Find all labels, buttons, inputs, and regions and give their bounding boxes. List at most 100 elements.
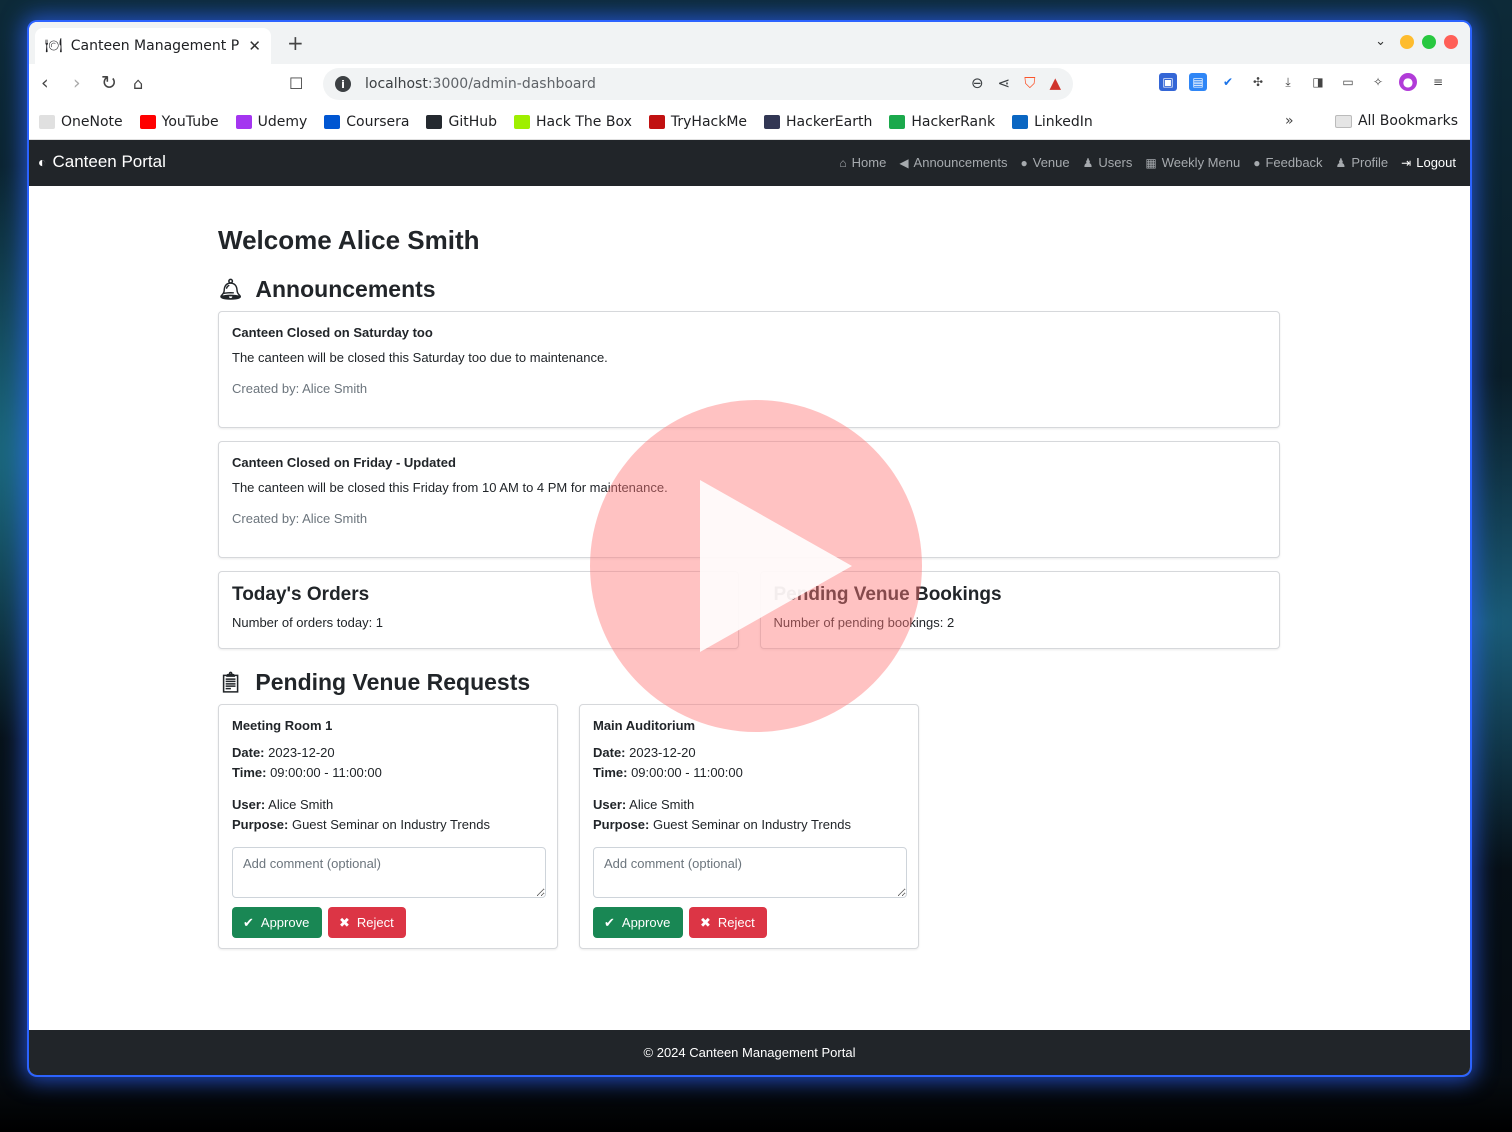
wallet-icon[interactable]: ▭: [1339, 73, 1357, 91]
date-label: Date:: [232, 745, 265, 760]
bookmark-hackerearth[interactable]: HackerEarth: [764, 114, 872, 130]
announcement-author: Created by: Alice Smith: [232, 381, 368, 396]
bookmark-label: YouTube: [161, 113, 219, 130]
nav-link-venue[interactable]: ● Venue: [1021, 155, 1070, 170]
coursera-icon: [324, 114, 341, 129]
reload-icon[interactable]: ↻: [101, 72, 117, 94]
download-icon[interactable]: ⤓: [1279, 73, 1297, 91]
date-label: Date:: [593, 745, 626, 760]
maximize-button[interactable]: [1422, 34, 1436, 49]
x-icon: ✖: [339, 914, 350, 930]
bookmark-tryhackme[interactable]: TryHackMe: [648, 113, 748, 130]
nav-link-label: Logout: [1416, 155, 1456, 170]
bookmark-onenote[interactable]: OneNote: [39, 114, 123, 130]
bookmark-label: Hack The Box: [536, 113, 632, 130]
back-icon[interactable]: ‹: [41, 72, 49, 94]
check-icon: ✔: [604, 914, 615, 930]
purpose-label: Purpose:: [593, 817, 650, 832]
tab-search-chevron-icon[interactable]: ⌄: [1375, 34, 1386, 49]
nav-link-logout[interactable]: ⇥ Logout: [1401, 155, 1456, 170]
request-user: User: Alice Smith: [593, 795, 905, 815]
bookmark-hack-the-box[interactable]: Hack The Box: [514, 114, 632, 130]
bookmark-icon[interactable]: ☐: [289, 74, 303, 93]
bookmark-linkedin[interactable]: LinkedIn: [1012, 114, 1093, 130]
bookmark-youtube[interactable]: YouTube: [139, 113, 219, 130]
minimize-button[interactable]: [1400, 34, 1414, 49]
comment-input[interactable]: [232, 847, 546, 898]
address-bar[interactable]: i localhost :3000/admin-dashboard ⊖ ⋖ ⛉ …: [323, 68, 1073, 100]
check-extension-icon[interactable]: ✔: [1219, 73, 1237, 91]
nav-link-home[interactable]: ⌂ Home: [839, 155, 886, 170]
taskbar-area: [0, 1076, 1512, 1132]
brave-shield-icon[interactable]: ⛉: [1024, 74, 1035, 92]
approve-button[interactable]: ✔ Approve: [232, 907, 322, 938]
nav-link-feedback[interactable]: ● Feedback: [1253, 155, 1322, 170]
date-value: 2023-12-20: [629, 745, 696, 760]
more-bookmarks-button[interactable]: »: [1285, 113, 1294, 129]
new-tab-button[interactable]: +: [287, 31, 304, 55]
extension-2-icon[interactable]: ▤: [1189, 73, 1207, 91]
puzzle-extensions-icon[interactable]: ✣: [1249, 73, 1267, 91]
bookmark-label: TryHackMe: [670, 113, 748, 130]
profile-avatar-icon[interactable]: ●: [1399, 73, 1417, 91]
purpose-value: Guest Seminar on Industry Trends: [652, 817, 851, 832]
nav-links: ⌂ Home ◀ Announcements ● Venue ♟ Users ▦ Weekly M…: [839, 155, 1456, 170]
sidebar-icon[interactable]: ◨: [1309, 73, 1327, 91]
announcement-text: The canteen will be closed this Saturday…: [232, 350, 608, 365]
calendar-icon: ▦: [1145, 155, 1157, 170]
close-window-button[interactable]: [1444, 34, 1458, 49]
user-icon: ♟: [1335, 155, 1347, 170]
nav-link-label: Venue: [1032, 155, 1070, 170]
home-icon[interactable]: ⌂: [133, 74, 143, 93]
menu-icon[interactable]: ≡: [1429, 73, 1447, 91]
footer-text: © 2024 Canteen Management Portal: [643, 1045, 856, 1060]
address-bar-actions: ⊖ ⋖ ⛉ ▲: [971, 74, 1061, 92]
request-actions: ✔ Approve ✖ Reject: [593, 907, 905, 938]
utensils-icon: ◐: [38, 154, 47, 170]
share-icon[interactable]: ⋖: [998, 74, 1011, 92]
all-bookmarks-button[interactable]: All Bookmarks: [1334, 113, 1458, 129]
reject-label: Reject: [717, 915, 755, 930]
nav-link-weekly-menu[interactable]: ▦ Weekly Menu: [1145, 155, 1240, 170]
canteen-favicon-icon: 🍽: [45, 38, 63, 54]
browser-toolbar: ‹ › ↻ ⌂ ☐ i localhost :3000/admin-dashbo…: [29, 64, 1470, 104]
request-purpose: Purpose: Guest Seminar on Industry Trend…: [593, 815, 905, 835]
close-tab-icon[interactable]: ✕: [248, 37, 261, 55]
nav-link-announcements[interactable]: ◀ Announcements: [899, 155, 1007, 170]
play-icon[interactable]: [700, 480, 852, 652]
reject-button[interactable]: ✖ Reject: [328, 907, 406, 938]
page-footer: © 2024 Canteen Management Portal: [29, 1030, 1470, 1075]
brave-rewards-icon[interactable]: ▲: [1049, 74, 1061, 92]
forward-icon[interactable]: ›: [73, 72, 81, 94]
browser-tab-active[interactable]: 🍽 Canteen Management P ✕: [35, 28, 271, 64]
comment-input[interactable]: [593, 847, 907, 898]
megaphone-icon: ◀: [899, 155, 909, 170]
site-info-icon[interactable]: i: [335, 76, 351, 92]
bookmark-udemy[interactable]: Udemy: [235, 114, 307, 130]
user-value: Alice Smith: [629, 797, 695, 812]
bookmark-hackerrank[interactable]: HackerRank: [889, 114, 995, 130]
user-label: User:: [593, 797, 627, 812]
nav-link-profile[interactable]: ♟ Profile: [1336, 155, 1389, 170]
leo-ai-icon[interactable]: ✧: [1369, 73, 1387, 91]
nav-link-users[interactable]: ♟ Users: [1083, 155, 1133, 170]
reject-button[interactable]: ✖ Reject: [689, 907, 767, 938]
bookmark-label: Coursera: [346, 113, 410, 130]
time-label: Time:: [232, 765, 267, 780]
announcements-heading: 🔔︎ Announcements: [218, 276, 1280, 303]
zoom-icon[interactable]: ⊖: [971, 74, 984, 92]
purpose-value: Guest Seminar on Industry Trends: [291, 817, 490, 832]
udemy-icon: [235, 114, 252, 129]
time-label: Time:: [593, 765, 628, 780]
bookmark-coursera[interactable]: Coursera: [324, 114, 409, 130]
request-time: Time: 09:00:00 - 11:00:00: [593, 763, 905, 783]
brand-link[interactable]: ◐ Canteen Portal: [38, 152, 166, 172]
youtube-icon: [139, 114, 156, 129]
time-value: 09:00:00 - 11:00:00: [631, 765, 743, 780]
bookmark-github[interactable]: GitHub: [426, 114, 497, 130]
extension-1-icon[interactable]: ▣: [1159, 73, 1177, 91]
approve-button[interactable]: ✔ Approve: [593, 907, 683, 938]
venue-request-card: Meeting Room 1 Date: 2023-12-20 Time: 09…: [218, 704, 558, 949]
purpose-label: Purpose:: [232, 817, 289, 832]
bookmark-label: HackerRank: [911, 113, 996, 130]
